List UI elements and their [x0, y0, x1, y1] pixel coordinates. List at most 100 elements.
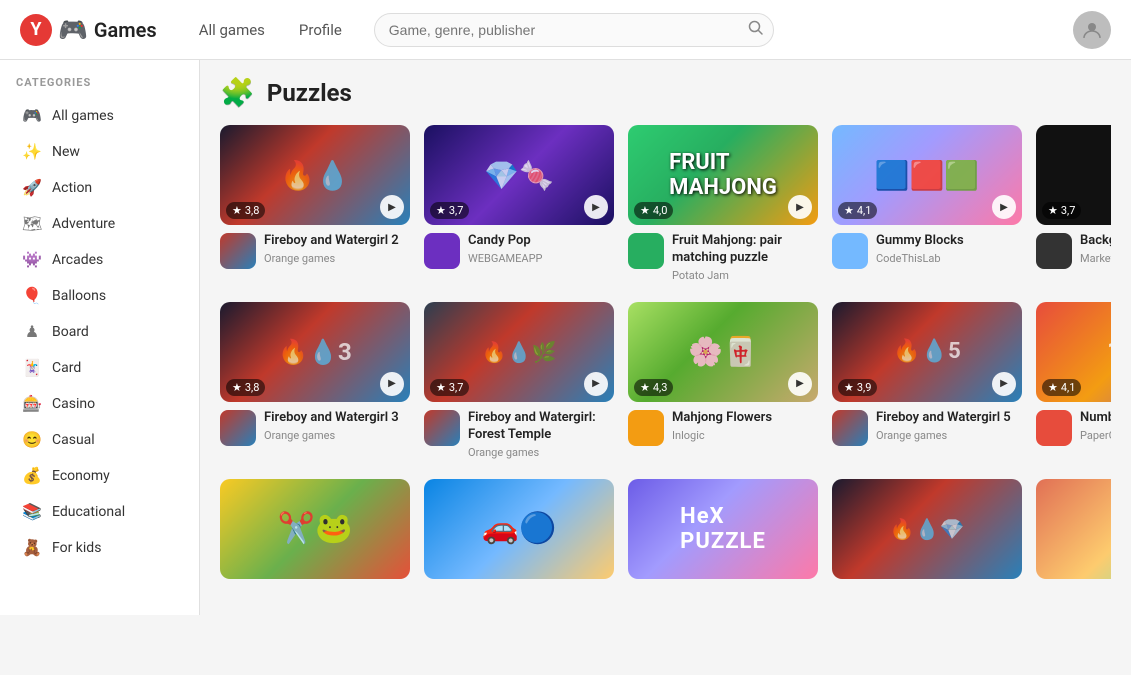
- sidebar-label-card: Card: [52, 360, 81, 376]
- sidebar-item-balloons[interactable]: 🎈 Balloons: [6, 278, 193, 313]
- sidebar-item-all-games[interactable]: 🎮 All games: [6, 98, 193, 133]
- sidebar-item-board[interactable]: ♟ Board: [6, 314, 193, 349]
- educational-icon: 📚: [22, 502, 42, 521]
- game-rating-number: ★4,1: [1042, 379, 1081, 396]
- casino-icon: 🎰: [22, 394, 42, 413]
- sidebar-label-economy: Economy: [52, 468, 110, 484]
- sidebar-item-card[interactable]: 🃏 Card: [6, 350, 193, 385]
- game-card-wheely[interactable]: 🚗🔵: [424, 479, 614, 587]
- game-thumb-mrbean: 🧸: [1036, 479, 1111, 579]
- game-details-fb2: Fireboy and Watergirl 2 Orange games: [264, 233, 410, 265]
- section-puzzle-icon: 🧩: [220, 76, 255, 109]
- game-thumb-candy: 💎🍬 ★3,7 ▶: [424, 125, 614, 225]
- play-btn-fb5[interactable]: ▶: [992, 372, 1016, 396]
- search-input[interactable]: [374, 13, 774, 47]
- game-icon-fbforest: [424, 410, 460, 446]
- main-content: 🧩 Puzzles 🔥💧 ★3,8 ▶ Fireboy a: [200, 60, 1131, 615]
- sidebar-label-action: Action: [52, 180, 92, 196]
- play-btn-candy[interactable]: ▶: [584, 195, 608, 219]
- play-btn-fbforest[interactable]: ▶: [584, 372, 608, 396]
- games-row-1: 🔥💧 ★3,8 ▶ Fireboy and Watergirl 2 Orange…: [220, 125, 1111, 282]
- game-publisher-candy: WEBGAMEAPP: [468, 252, 614, 265]
- game-publisher-fruit: Potato Jam: [672, 269, 818, 282]
- logo-y-icon: Y: [20, 14, 52, 46]
- game-icon-backga: [1036, 233, 1072, 269]
- for-kids-icon: 🧸: [22, 538, 42, 557]
- all-games-icon: 🎮: [22, 106, 42, 125]
- sidebar-label-arcades: Arcades: [52, 252, 103, 268]
- game-name-backga: Backga...: [1080, 233, 1111, 250]
- sidebar-item-adventure[interactable]: 🗺 Adventure: [6, 206, 193, 241]
- nav-all-games[interactable]: All games: [187, 15, 277, 45]
- balloons-icon: 🎈: [22, 286, 42, 305]
- game-thumb-hex: HeXPUZZLE: [628, 479, 818, 579]
- sidebar-item-casual[interactable]: 😊 Casual: [6, 422, 193, 457]
- logo[interactable]: Y 🎮 Games: [20, 14, 157, 46]
- game-card-number[interactable]: 123 ★4,1 Number... PaperG...: [1036, 302, 1111, 459]
- game-info-candy: Candy Pop WEBGAMEAPP: [424, 233, 614, 269]
- game-info-backga: Backga... MarketJ...: [1036, 233, 1111, 269]
- game-info-fb3: Fireboy and Watergirl 3 Orange games: [220, 410, 410, 446]
- game-icon-fb2: [220, 233, 256, 269]
- game-card-candy[interactable]: 💎🍬 ★3,7 ▶ Candy Pop WEBGAMEAPP: [424, 125, 614, 282]
- game-thumb-fb5: 🔥💧5 ★3,9 ▶: [832, 302, 1022, 402]
- sidebar-label-educational: Educational: [52, 504, 125, 520]
- game-thumb-number: 123 ★4,1: [1036, 302, 1111, 402]
- layout: CATEGORIES 🎮 All games ✨ New 🚀 Action 🗺 …: [0, 60, 1131, 615]
- game-publisher-number: PaperG...: [1080, 429, 1111, 442]
- game-info-gummy: Gummy Blocks CodeThisLab: [832, 233, 1022, 269]
- game-info-mahjong: Mahjong Flowers Inlogic: [628, 410, 818, 446]
- sidebar-item-for-kids[interactable]: 🧸 For kids: [6, 530, 193, 565]
- adventure-icon: 🗺: [22, 214, 42, 233]
- game-details-fb3: Fireboy and Watergirl 3 Orange games: [264, 410, 410, 442]
- sidebar-item-educational[interactable]: 📚 Educational: [6, 494, 193, 529]
- game-card-fbcrystal[interactable]: 🔥💧💎: [832, 479, 1022, 587]
- game-card-mrbean[interactable]: 🧸: [1036, 479, 1111, 587]
- game-name-fb3: Fireboy and Watergirl 3: [264, 410, 410, 427]
- game-publisher-fb5: Orange games: [876, 429, 1022, 442]
- game-info-fbforest: Fireboy and Watergirl: Forest Temple Ora…: [424, 410, 614, 459]
- sidebar-item-action[interactable]: 🚀 Action: [6, 170, 193, 205]
- game-card-cut[interactable]: ✂️🐸: [220, 479, 410, 587]
- game-card-fbforest[interactable]: 🔥💧🌿 ★3,7 ▶ Fireboy and Watergirl: Forest…: [424, 302, 614, 459]
- user-avatar[interactable]: [1073, 11, 1111, 49]
- game-publisher-gummy: CodeThisLab: [876, 252, 1022, 265]
- game-thumb-fbforest: 🔥💧🌿 ★3,7 ▶: [424, 302, 614, 402]
- game-card-fb2[interactable]: 🔥💧 ★3,8 ▶ Fireboy and Watergirl 2 Orange…: [220, 125, 410, 282]
- game-card-mahjong[interactable]: 🌸🀄 ★4,3 ▶ Mahjong Flowers Inlogic: [628, 302, 818, 459]
- play-btn-gummy[interactable]: ▶: [992, 195, 1016, 219]
- sidebar-item-arcades[interactable]: 👾 Arcades: [6, 242, 193, 277]
- game-thumb-cut: ✂️🐸: [220, 479, 410, 579]
- game-rating-gummy: ★4,1: [838, 202, 877, 219]
- game-thumb-wheely: 🚗🔵: [424, 479, 614, 579]
- game-card-fb5[interactable]: 🔥💧5 ★3,9 ▶ Fireboy and Watergirl 5 Orang…: [832, 302, 1022, 459]
- game-card-backga[interactable]: 🎲 ★3,7 Backga... MarketJ...: [1036, 125, 1111, 282]
- sidebar-item-economy[interactable]: 💰 Economy: [6, 458, 193, 493]
- sidebar-label-balloons: Balloons: [52, 288, 106, 304]
- game-card-fruit[interactable]: FRUITMAHJONG ★4,0 ▶ Fruit Mahjong: pair …: [628, 125, 818, 282]
- game-thumb-backga: 🎲 ★3,7: [1036, 125, 1111, 225]
- nav-links: All games Profile: [187, 15, 354, 45]
- play-btn-fruit[interactable]: ▶: [788, 195, 812, 219]
- board-icon: ♟: [22, 322, 42, 341]
- play-btn-fb2[interactable]: ▶: [380, 195, 404, 219]
- card-icon: 🃏: [22, 358, 42, 377]
- section-title: Puzzles: [267, 79, 352, 107]
- game-card-hex[interactable]: HeXPUZZLE: [628, 479, 818, 587]
- game-name-candy: Candy Pop: [468, 233, 614, 250]
- casual-icon: 😊: [22, 430, 42, 449]
- game-thumb-fb3: 🔥💧3 ★3,8 ▶: [220, 302, 410, 402]
- game-thumb-fb2: 🔥💧 ★3,8 ▶: [220, 125, 410, 225]
- game-card-fb3[interactable]: 🔥💧3 ★3,8 ▶ Fireboy and Watergirl 3 Orang…: [220, 302, 410, 459]
- game-details-candy: Candy Pop WEBGAMEAPP: [468, 233, 614, 265]
- nav-profile[interactable]: Profile: [287, 15, 354, 45]
- play-btn-fb3[interactable]: ▶: [380, 372, 404, 396]
- play-btn-mahjong[interactable]: ▶: [788, 372, 812, 396]
- sidebar-item-new[interactable]: ✨ New: [6, 134, 193, 169]
- game-info-fb2: Fireboy and Watergirl 2 Orange games: [220, 233, 410, 269]
- sidebar-label-board: Board: [52, 324, 89, 340]
- sidebar-item-casino[interactable]: 🎰 Casino: [6, 386, 193, 421]
- game-publisher-fbforest: Orange games: [468, 446, 614, 459]
- game-card-gummy[interactable]: 🟦🟥🟩 ★4,1 ▶ Gummy Blocks CodeThisLab: [832, 125, 1022, 282]
- game-icon-mahjong: [628, 410, 664, 446]
